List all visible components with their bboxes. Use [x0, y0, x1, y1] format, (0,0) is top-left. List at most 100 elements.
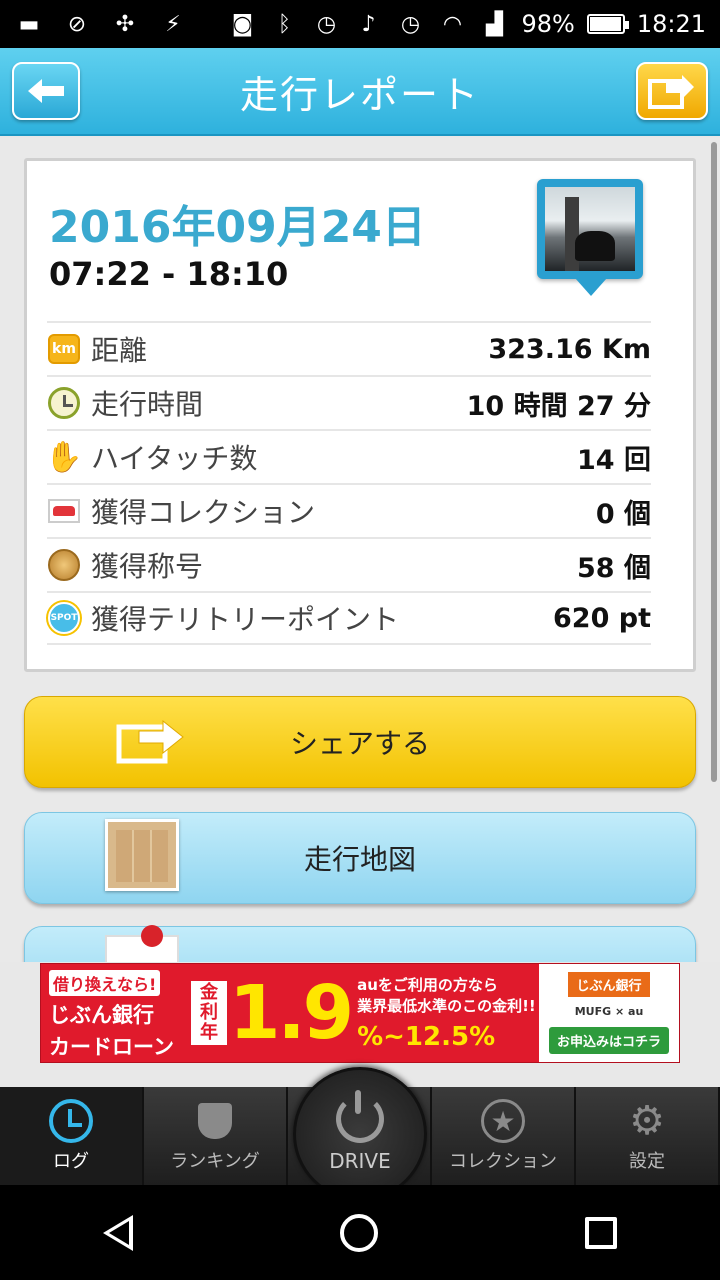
log-clock-icon [49, 1099, 93, 1143]
tab-log[interactable]: ログ [0, 1087, 144, 1185]
back-button[interactable] [12, 62, 80, 120]
clock-time: 18:21 [636, 10, 706, 38]
km-icon-text: km [48, 334, 80, 364]
tab-ranking-label: ランキング [170, 1151, 260, 1172]
satellite-icon: ✣ [115, 11, 135, 37]
power-icon [336, 1090, 384, 1143]
nav-home-icon[interactable] [339, 1213, 378, 1252]
hi-touch-hand-icon: ✋ [45, 439, 83, 475]
stat-label: ハイタッチ数 [91, 442, 258, 475]
drive-label: DRIVE [329, 1149, 391, 1173]
stat-row-distance: km 距離 323.16 Km [47, 321, 651, 375]
stat-label: 獲得テリトリーポイント [91, 603, 400, 636]
ad-line2: 業界最低水準のこの金利!! [357, 997, 536, 1015]
page-title: 走行レポート [239, 72, 480, 117]
drive-map-label: 走行地図 [303, 843, 416, 876]
scrollbar[interactable] [711, 142, 717, 782]
alarm-icon: ◷ [400, 11, 421, 37]
ad-bank-logo: じぶん銀行 [568, 972, 650, 998]
stat-value: 14 回 [577, 444, 651, 476]
system-nav-bar [0, 1185, 720, 1280]
medal-icon [47, 548, 81, 582]
star-icon: ★ [481, 1099, 525, 1143]
status-icons-left: ▬ ⊘ ✣ ⚡ [14, 11, 188, 37]
tab-log-label: ログ [53, 1151, 89, 1172]
ad-left: 借り換えなら! じぶん銀行 カードローン [41, 964, 191, 1062]
ad-cta-button[interactable]: お申込みはコチラ [548, 1026, 669, 1054]
tab-collection-label: コレクション [449, 1151, 557, 1172]
ad-rate-label: 金利 年 [191, 981, 227, 1045]
spot-icon-text: SPOT [48, 602, 80, 634]
report-content[interactable]: 2016年09月24日 07:22 - 18:10 km 距離 323.16 K… [0, 138, 720, 962]
clock-icon [47, 386, 81, 420]
battery-fill [589, 17, 621, 31]
stat-label: 獲得称号 [91, 550, 204, 583]
drive-photo [545, 187, 635, 271]
report-date: 2016年09月24日 [49, 202, 426, 253]
share-header-button[interactable] [636, 62, 708, 120]
status-bar: ▬ ⊘ ✣ ⚡ ◙ ᛒ ◷ ♪ ◷ ◠ ▟ 98% 18:21 [0, 0, 720, 48]
battery-charging-icon: ⚡ [165, 11, 181, 37]
map-icon [105, 819, 179, 891]
ad-small-text: 借り換えなら! [49, 970, 161, 996]
nav-recent-apps-icon[interactable] [584, 1216, 617, 1249]
stat-value: 323.16 Km [488, 333, 651, 365]
stat-row-titles: 獲得称号 58 個 [47, 537, 651, 591]
trophy-icon [193, 1099, 237, 1143]
drive-map-button[interactable]: 走行地図 [24, 812, 696, 904]
stat-value: 0 個 [595, 498, 651, 530]
music-icon: ♪ [361, 11, 376, 37]
ad-line1: auをご利用の方なら [357, 976, 498, 994]
ad-range: %~12.5% [357, 1022, 496, 1052]
stat-value: 10 時間 27 分 [466, 390, 651, 422]
stat-value: 620 pt [553, 602, 651, 634]
stat-row-drive-time: 走行時間 10 時間 27 分 [47, 375, 651, 429]
stat-row-hi-touch: ✋ ハイタッチ数 14 回 [45, 429, 651, 483]
nav-back-icon[interactable] [103, 1214, 134, 1251]
pin-tip [575, 278, 607, 296]
ad-title-line2: カードローン [49, 1035, 174, 1059]
report-time-range: 07:22 - 18:10 [49, 255, 289, 293]
ad-middle: 金利 年 1.9 auをご利用の方なら 業界最低水準のこの金利!! %~12.5… [191, 964, 539, 1062]
photo-pin[interactable] [537, 179, 645, 296]
battery-icon [586, 14, 629, 34]
drive-button[interactable]: DRIVE [293, 1067, 427, 1201]
ad-right: じぶん銀行 MUFG × au お申込みはコチラ [539, 964, 679, 1062]
tab-settings-label: 設定 [629, 1151, 665, 1172]
share-icon [116, 719, 184, 764]
tab-collection[interactable]: ★ コレクション [432, 1087, 576, 1185]
report-card: 2016年09月24日 07:22 - 18:10 km 距離 323.16 K… [24, 158, 696, 672]
stat-row-collection: 獲得コレクション 0 個 [47, 483, 651, 537]
km-icon: km [47, 332, 81, 366]
title-bar: 走行レポート [0, 48, 720, 136]
share-button-label: シェアする [289, 727, 430, 760]
list-button[interactable] [24, 925, 696, 962]
tab-settings[interactable]: ⚙ 設定 [576, 1087, 720, 1185]
arrow-left-icon [28, 79, 64, 103]
stat-label: 走行時間 [91, 388, 204, 421]
car-icon [47, 494, 81, 528]
battery-percent: 98% [521, 10, 575, 38]
ad-partner-logos: MUFG × au [574, 1005, 644, 1019]
stat-value: 58 個 [577, 552, 651, 584]
stat-label: 距離 [91, 334, 148, 367]
status-icons-right: ◙ ᛒ ◷ ♪ ◷ ◠ ▟ 98% 18:21 [227, 10, 706, 38]
ad-rate: 1.9 [229, 970, 354, 1056]
signal-icon: ▟ [486, 11, 503, 37]
stat-label: 獲得コレクション [91, 496, 316, 529]
share-icon [648, 75, 694, 109]
stats-list: km 距離 323.16 Km 走行時間 10 時間 27 分 ✋ ハイタッチ数… [45, 321, 651, 645]
ad-mid-text: auをご利用の方なら 業界最低水準のこの金利!! %~12.5% [357, 974, 536, 1052]
voicemail-icon: ◙ [231, 11, 254, 37]
spot-icon: SPOT [47, 601, 81, 635]
ad-banner[interactable]: 借り換えなら! じぶん銀行 カードローン 金利 年 1.9 auをご利用の方なら… [40, 963, 680, 1063]
tab-ranking[interactable]: ランキング [144, 1087, 288, 1185]
location-off-icon: ⊘ [67, 11, 87, 37]
ad-title-line1: じぶん銀行 [49, 1003, 154, 1027]
bluetooth-icon: ᛒ [277, 11, 292, 37]
share-button[interactable]: シェアする [24, 696, 696, 788]
photo-frame [537, 179, 643, 279]
map-pin-icon [141, 925, 163, 947]
notification-icon: ▬ [18, 11, 40, 37]
stat-row-territory: SPOT 獲得テリトリーポイント 620 pt [47, 591, 651, 645]
